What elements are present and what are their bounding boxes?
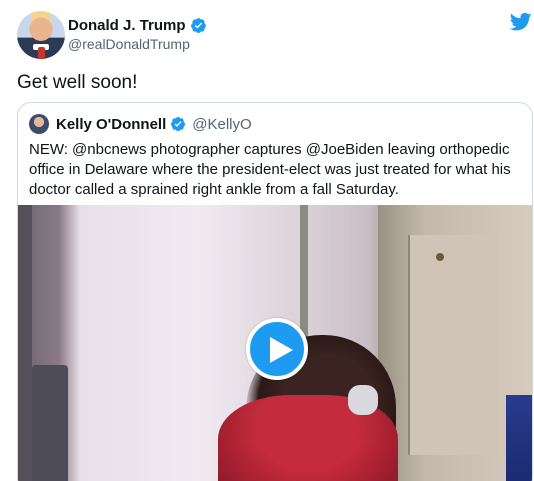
video-scene-dark-figure [32, 365, 68, 481]
play-button[interactable] [246, 318, 308, 380]
quoted-tweet-text: NEW: @nbcnews photographer captures @Joe… [29, 141, 511, 198]
video-thumbnail[interactable] [18, 205, 532, 481]
author-name-row: Donald J. Trump [68, 15, 207, 35]
quoted-author-avatar[interactable] [29, 114, 49, 134]
author-avatar[interactable] [17, 11, 65, 59]
quoted-author-handle[interactable]: @KellyO [192, 116, 251, 133]
tweet-card: Donald J. Trump @realDonaldTrump Get wel… [0, 0, 534, 481]
twitter-bird-icon[interactable] [510, 12, 532, 32]
author-handle[interactable]: @realDonaldTrump [68, 36, 190, 52]
author-display-name[interactable]: Donald J. Trump [68, 17, 186, 34]
verified-badge-icon [190, 17, 206, 33]
quoted-tweet[interactable]: Kelly O'Donnell @KellyO NEW: @nbcnews ph… [17, 102, 533, 481]
quoted-author-display-name[interactable]: Kelly O'Donnell [56, 116, 166, 133]
video-scene-face-mask [348, 385, 378, 415]
tweet-text: Get well soon! [17, 72, 138, 93]
video-scene-door-panel [408, 235, 498, 455]
video-scene-left-frame [18, 205, 32, 481]
avatar-tie [38, 47, 45, 59]
quoted-author-row: Kelly O'Donnell @KellyO [56, 114, 252, 134]
play-icon [270, 337, 293, 363]
video-scene-blue-object [506, 395, 532, 481]
video-scene-door-knob [436, 253, 444, 261]
verified-badge-icon [171, 117, 186, 132]
